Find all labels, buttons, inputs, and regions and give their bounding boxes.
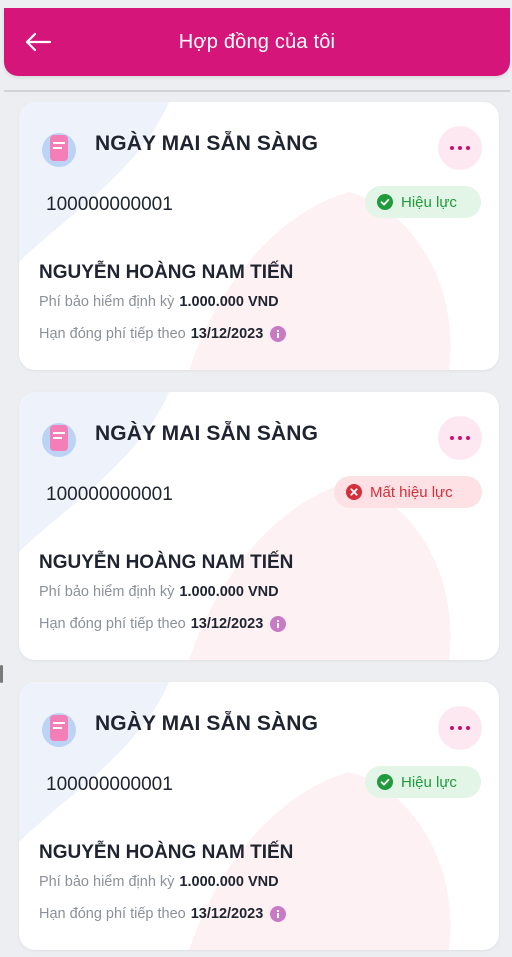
contract-card[interactable]: NGÀY MAI SẴN SÀNG 100000000001 Hiệu lực … bbox=[19, 102, 499, 370]
due-label: Hạn đóng phí tiếp theo bbox=[39, 906, 186, 922]
more-options-button[interactable] bbox=[438, 126, 482, 170]
due-label: Hạn đóng phí tiếp theo bbox=[39, 326, 186, 342]
premium-row: Phí bảo hiểm định kỳ 1.000.000 VND bbox=[39, 874, 279, 890]
more-dots-icon bbox=[450, 726, 470, 730]
due-row: Hạn đóng phí tiếp theo 13/12/2023 bbox=[39, 326, 287, 342]
product-name: NGÀY MAI SẴN SÀNG bbox=[95, 422, 318, 445]
status-badge: Hiệu lực bbox=[365, 186, 481, 218]
due-date: 13/12/2023 bbox=[190, 906, 264, 922]
premium-value: 1.000.000 VND bbox=[179, 584, 279, 600]
policy-holder: NGUYỄN HOÀNG NAM TIẾN bbox=[39, 552, 294, 573]
due-label: Hạn đóng phí tiếp theo bbox=[39, 616, 186, 632]
back-button[interactable] bbox=[22, 28, 54, 56]
info-icon[interactable] bbox=[270, 326, 287, 342]
premium-label: Phí bảo hiểm định kỳ bbox=[39, 294, 175, 310]
app-header: Hợp đồng của tôi bbox=[4, 8, 510, 76]
due-date: 13/12/2023 bbox=[190, 616, 264, 632]
premium-label: Phí bảo hiểm định kỳ bbox=[39, 874, 175, 890]
more-dots-icon bbox=[450, 436, 470, 440]
check-circle-icon bbox=[377, 194, 393, 210]
premium-label: Phí bảo hiểm định kỳ bbox=[39, 584, 175, 600]
contract-number: 100000000001 bbox=[46, 194, 173, 215]
status-badge: Hiệu lực bbox=[365, 766, 481, 798]
info-icon[interactable] bbox=[270, 616, 287, 632]
info-icon[interactable] bbox=[270, 906, 287, 922]
arrow-left-icon bbox=[25, 32, 52, 52]
status-label: Hiệu lực bbox=[401, 773, 457, 791]
page-title: Hợp đồng của tôi bbox=[178, 30, 336, 53]
status-badge: Mất hiệu lực bbox=[334, 476, 482, 508]
status-label: Mất hiệu lực bbox=[370, 483, 453, 501]
premium-row: Phí bảo hiểm định kỳ 1.000.000 VND bbox=[39, 584, 279, 600]
product-name: NGÀY MAI SẴN SÀNG bbox=[95, 132, 318, 155]
premium-value: 1.000.000 VND bbox=[179, 874, 279, 890]
premium-value: 1.000.000 VND bbox=[179, 294, 279, 310]
scroll-edge-indicator bbox=[0, 665, 3, 683]
divider bbox=[4, 90, 510, 92]
product-name: NGÀY MAI SẴN SÀNG bbox=[95, 712, 318, 735]
due-row: Hạn đóng phí tiếp theo 13/12/2023 bbox=[39, 906, 287, 922]
more-dots-icon bbox=[450, 146, 470, 150]
policy-holder: NGUYỄN HOÀNG NAM TIẾN bbox=[39, 262, 294, 283]
contract-number: 100000000001 bbox=[46, 484, 173, 505]
product-icon bbox=[42, 713, 76, 747]
premium-row: Phí bảo hiểm định kỳ 1.000.000 VND bbox=[39, 294, 279, 310]
more-options-button[interactable] bbox=[438, 416, 482, 460]
status-label: Hiệu lực bbox=[401, 193, 457, 211]
due-row: Hạn đóng phí tiếp theo 13/12/2023 bbox=[39, 616, 287, 632]
check-circle-icon bbox=[377, 774, 393, 790]
product-icon bbox=[42, 133, 76, 167]
due-date: 13/12/2023 bbox=[190, 326, 264, 342]
contract-number: 100000000001 bbox=[46, 774, 173, 795]
more-options-button[interactable] bbox=[438, 706, 482, 750]
contract-card[interactable]: NGÀY MAI SẴN SÀNG 100000000001 Hiệu lực … bbox=[19, 682, 499, 950]
product-icon bbox=[42, 423, 76, 457]
policy-holder: NGUYỄN HOÀNG NAM TIẾN bbox=[39, 842, 294, 863]
contract-card[interactable]: NGÀY MAI SẴN SÀNG 100000000001 Mất hiệu … bbox=[19, 392, 499, 660]
x-circle-icon bbox=[346, 484, 362, 500]
